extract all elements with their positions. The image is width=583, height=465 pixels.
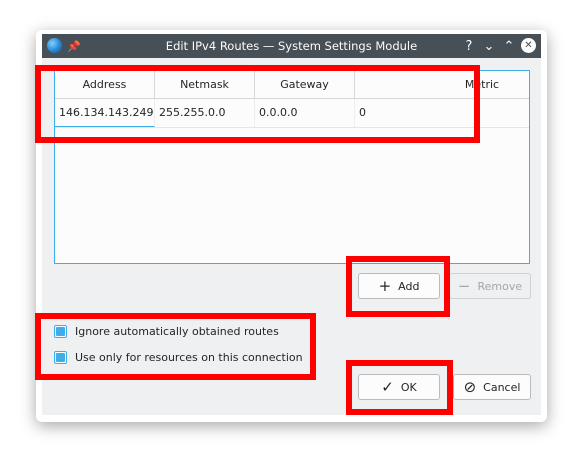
cancel-icon: ⊘	[463, 377, 477, 396]
help-button[interactable]: ?	[461, 38, 477, 54]
close-button[interactable]: ✕	[521, 38, 536, 53]
cancel-button-label: Cancel	[483, 380, 521, 394]
remove-button-label: Remove	[477, 279, 523, 293]
checkboxes-highlight	[35, 313, 316, 380]
remove-button[interactable]: − Remove	[449, 273, 531, 299]
minimize-button[interactable]: ⌄	[481, 38, 497, 54]
ok-button-highlight	[346, 360, 453, 415]
titlebar: 📌 Edit IPv4 Routes — System Settings Mod…	[42, 34, 541, 58]
add-button-highlight	[346, 256, 450, 317]
table-row-highlight	[35, 65, 480, 143]
minus-icon: −	[457, 276, 471, 295]
cancel-button[interactable]: ⊘ Cancel	[453, 374, 531, 400]
maximize-button[interactable]: ⌃	[501, 38, 517, 54]
